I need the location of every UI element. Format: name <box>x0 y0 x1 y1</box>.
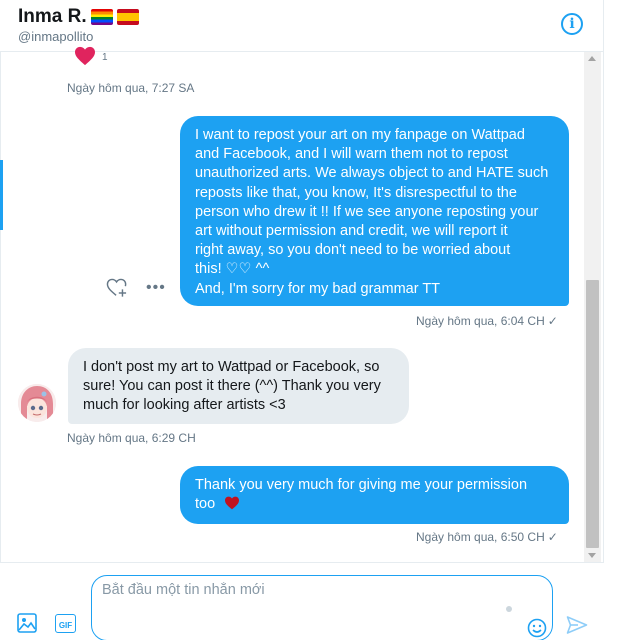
scroll-down-arrow-icon[interactable] <box>588 553 596 558</box>
sent-check-icon: ✓ <box>547 530 558 544</box>
avatar-image <box>18 384 56 422</box>
gif-label: GIF <box>58 621 73 630</box>
message-text-line: this! ♡♡ ^^ <box>195 261 270 278</box>
message-reaction[interactable]: 1 <box>74 46 108 66</box>
message-composer: GIF <box>0 562 604 640</box>
incoming-message-bubble[interactable]: I don't post my art to Wattpad or Facebo… <box>68 348 409 424</box>
message-timestamp: Ngày hôm qua, 7:27 SA <box>67 81 195 95</box>
contact-name-row[interactable]: Inma R. <box>18 6 139 28</box>
message-text-line: And, I'm sorry for my bad grammar TT <box>195 280 441 297</box>
active-conversation-indicator <box>0 160 3 230</box>
info-icon[interactable]: i <box>561 13 583 35</box>
outgoing-message-bubble[interactable]: Thank you very much for giving me your p… <box>180 466 569 524</box>
message-text-line: and Facebook, and I will warn them not t… <box>195 146 508 163</box>
message-text-line: person who drew it !! If we see anyone r… <box>195 203 539 220</box>
more-icon[interactable]: ••• <box>146 280 166 296</box>
message-timestamp-row: Ngày hôm qua, 6:04 CH ✓ <box>416 314 558 328</box>
heart-icon <box>75 46 95 66</box>
image-icon[interactable] <box>17 613 37 633</box>
heart-icon <box>225 496 240 510</box>
message-text-line: art without permission and credit, we wi… <box>195 223 508 240</box>
message-timestamp-row: Ngày hôm qua, 6:50 CH ✓ <box>416 530 558 544</box>
message-text-line: I don't post my art to Wattpad or Facebo… <box>83 359 380 375</box>
left-divider <box>0 52 1 640</box>
message-text-line: reposts like that, you know, It's disres… <box>195 184 517 201</box>
message-text-line: Thank you very much for giving me your p… <box>195 477 528 493</box>
heart-add-icon[interactable] <box>106 278 128 298</box>
emoji-icon[interactable] <box>527 618 547 638</box>
message-text-line: unauthorized arts. We always object to a… <box>195 165 549 182</box>
gif-icon[interactable]: GIF <box>55 614 76 633</box>
sent-check-icon: ✓ <box>547 314 558 328</box>
message-timestamp: Ngày hôm qua, 6:04 CH <box>416 314 545 328</box>
message-text-line: I want to repost your art on my fanpage … <box>195 127 525 143</box>
message-text-fragment: too <box>195 496 216 513</box>
reaction-count: 1 <box>102 52 108 63</box>
conversation-header: Inma R. @inmapollito i <box>0 0 604 52</box>
right-divider <box>603 0 604 640</box>
rainbow-flag-icon <box>90 9 113 25</box>
contact-name[interactable]: Inma R. <box>18 6 87 28</box>
send-icon[interactable] <box>566 615 588 635</box>
scrollbar-thumb[interactable] <box>586 280 599 548</box>
message-timestamp: Ngày hôm qua, 6:29 CH <box>67 431 196 445</box>
message-actions: ••• <box>106 278 166 298</box>
input-dot <box>506 606 512 612</box>
message-input-box[interactable] <box>91 575 553 640</box>
message-text-line: right away, so you don't need to be worr… <box>195 242 511 259</box>
message-scrollbar[interactable] <box>584 52 601 562</box>
contact-handle[interactable]: @inmapollito <box>18 29 93 44</box>
message-timestamp: Ngày hôm qua, 6:50 CH <box>416 530 545 544</box>
message-input[interactable] <box>102 582 482 598</box>
message-text-line: sure! You can post it there (^^) Thank y… <box>83 378 381 395</box>
avatar[interactable] <box>18 384 56 422</box>
scroll-up-arrow-icon[interactable] <box>588 56 596 61</box>
message-text-line: much for looking after artists <3 <box>83 397 286 414</box>
message-text-line: too <box>195 495 555 514</box>
outgoing-message-bubble[interactable]: I want to repost your art on my fanpage … <box>180 116 569 306</box>
spain-flag-icon <box>116 9 139 25</box>
